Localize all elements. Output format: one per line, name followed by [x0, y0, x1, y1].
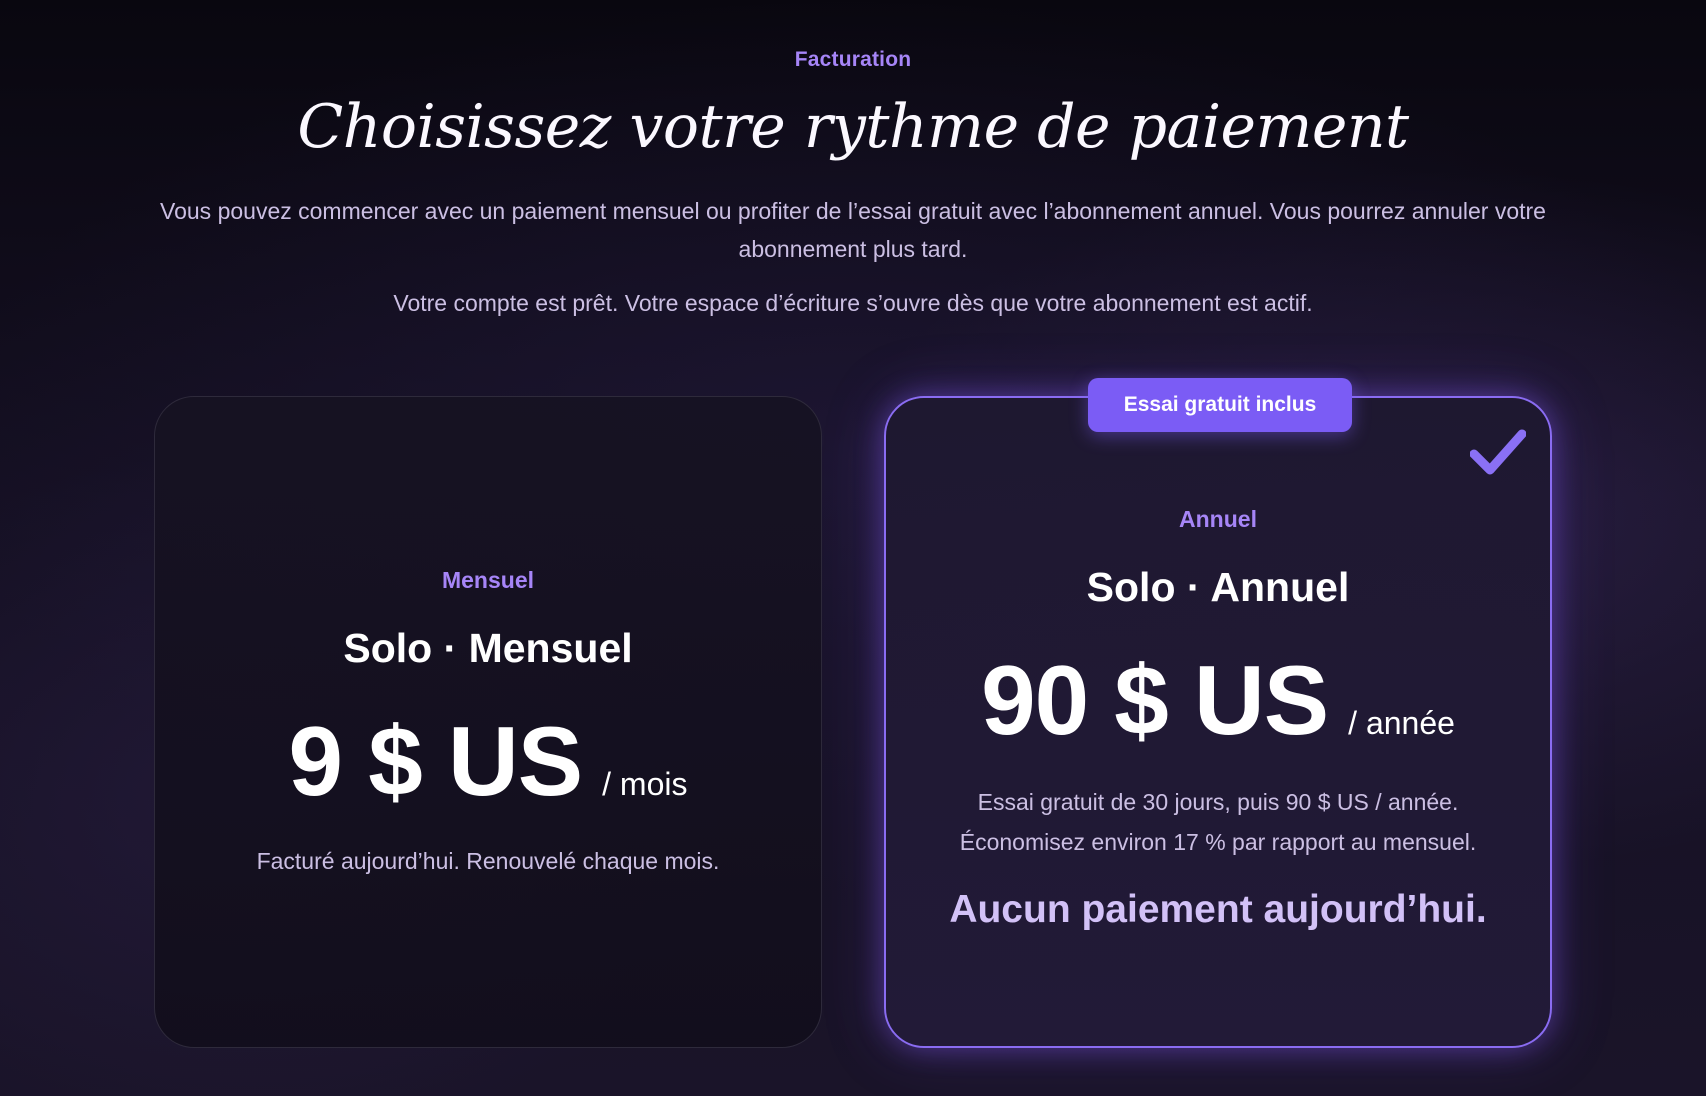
plan-period: / année — [1348, 705, 1455, 741]
billing-eyebrow: Facturation — [794, 48, 912, 71]
no-payment-today-note: Aucun paiement aujourd’hui. — [949, 888, 1487, 931]
annual-plan-card[interactable]: Essai gratuit inclus Annuel Solo · Annue… — [884, 378, 1552, 1048]
plan-price: 9 $ US — [288, 706, 584, 816]
plan-billing-note: Facturé aujourd’hui. Renouvelé chaque mo… — [256, 848, 720, 874]
check-icon — [1470, 429, 1526, 475]
plan-name: Solo · Mensuel — [343, 625, 633, 671]
price-row: 9 $ US / mois — [155, 705, 821, 818]
plan-tier-label: Mensuel — [441, 567, 535, 593]
plan-tier-label: Annuel — [1179, 506, 1257, 532]
plan-name: Solo · Annuel — [1086, 564, 1350, 610]
account-ready-text: Votre compte est prêt. Votre espace d’éc… — [393, 290, 1313, 316]
plan-price: 90 $ US — [981, 645, 1329, 755]
savings-note: Économisez environ 17 % par rapport au m… — [959, 829, 1477, 855]
page-title: Choisissez votre rythme de paiement — [297, 92, 1409, 162]
free-trial-badge: Essai gratuit inclus — [1088, 378, 1352, 432]
price-row: 90 $ US / année — [886, 644, 1550, 757]
plan-period: / mois — [602, 766, 688, 802]
trial-terms-note: Essai gratuit de 30 jours, puis 90 $ US … — [977, 789, 1459, 815]
monthly-plan-card[interactable]: Mensuel Solo · Mensuel 9 $ US / mois Fac… — [154, 396, 822, 1048]
page-subtitle: Vous pouvez commencer avec un paiement m… — [160, 198, 1546, 262]
